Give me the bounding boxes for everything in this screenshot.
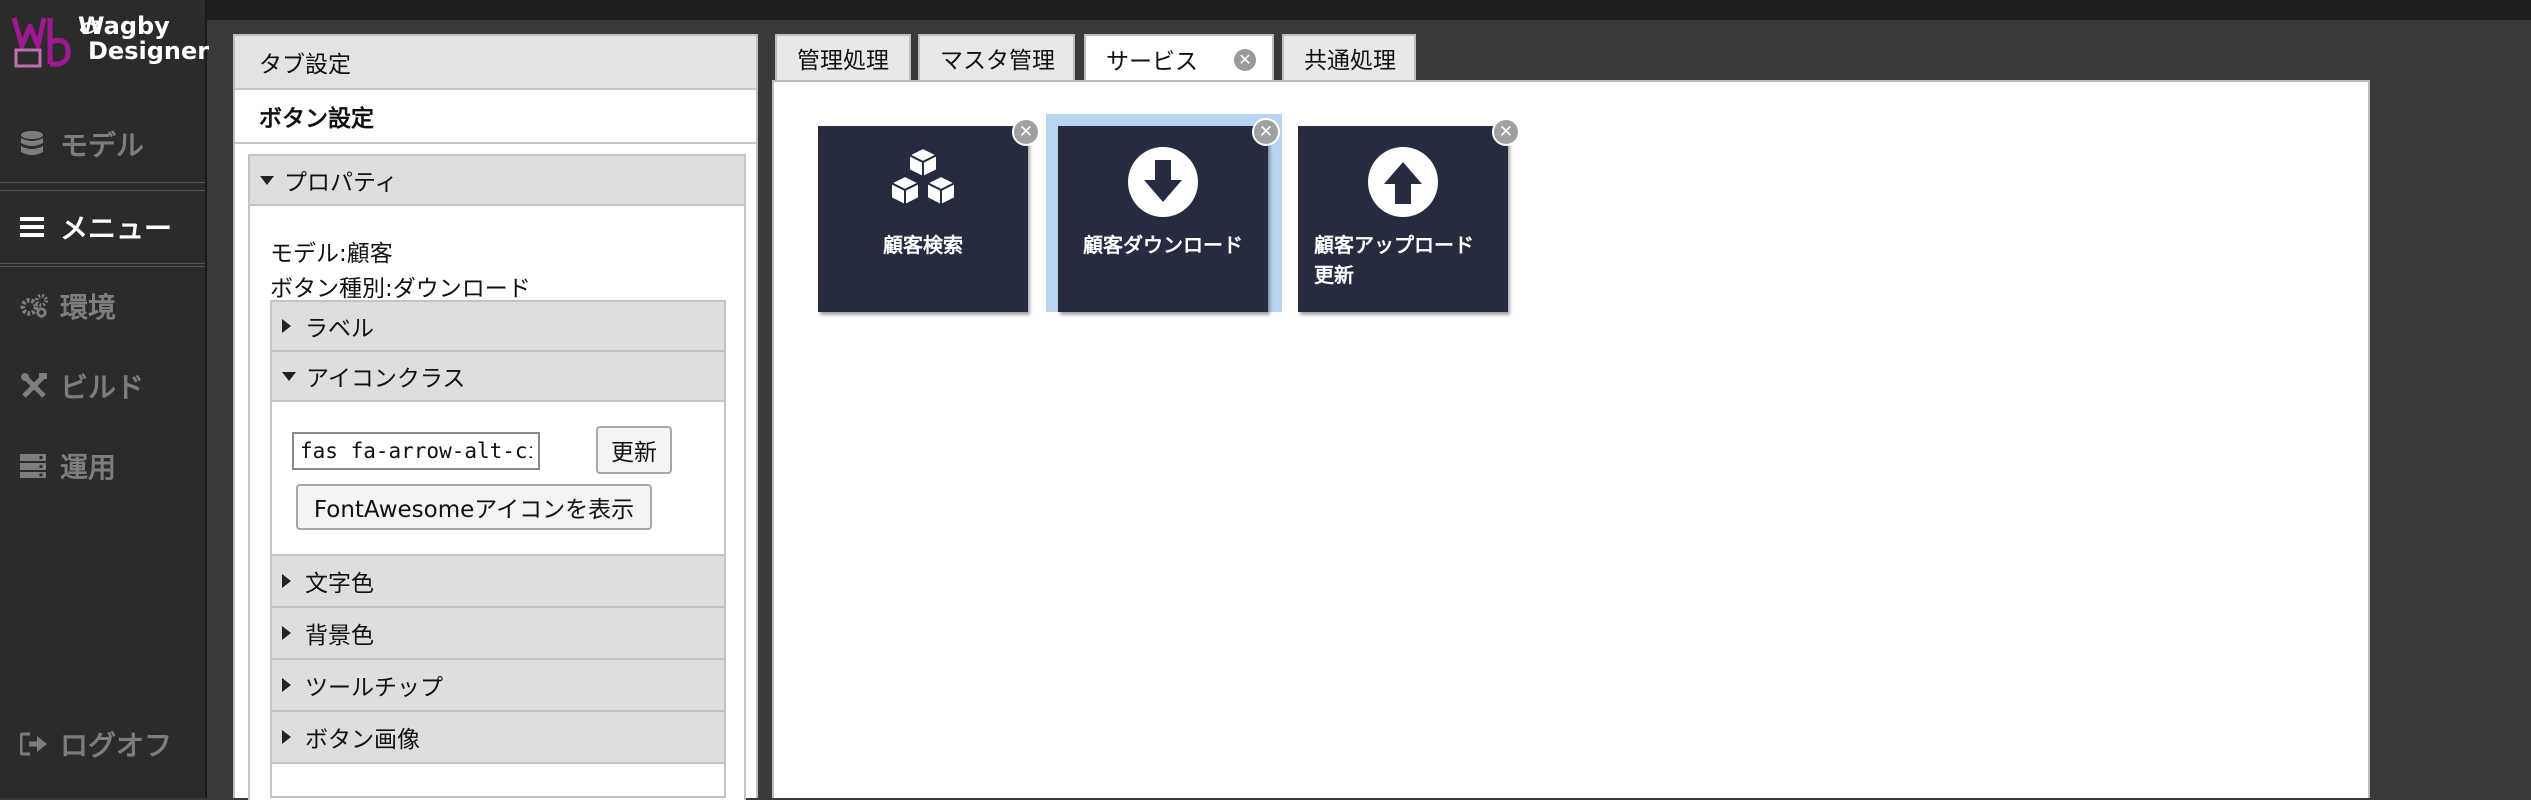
caret-down-icon: [282, 371, 296, 381]
arrow-circle-up-icon: [1298, 146, 1508, 218]
nav-item-environment[interactable]: 環境: [0, 270, 205, 342]
tools-icon: [20, 372, 48, 400]
tab-common-processing[interactable]: 共通処理: [1282, 34, 1416, 80]
button-type-info: ボタン種別:ダウンロード: [270, 276, 531, 302]
nav-item-label: 環境: [60, 291, 117, 324]
model-info: モデル:顧客: [270, 241, 393, 267]
settings-panel: タブ設定 ボタン設定 プロパティ モデル:顧客 ボタン種別:ダウンロード ラベル…: [233, 34, 758, 800]
caret-down-icon: [260, 175, 274, 185]
sign-out-icon: [20, 732, 48, 756]
show-fontawesome-button[interactable]: FontAwesomeアイコンを表示: [296, 484, 652, 530]
tile-label: 顧客アップロード 更新: [1314, 233, 1474, 287]
tile-label: 顧客ダウンロード: [1083, 233, 1243, 257]
tooltip-section-header[interactable]: ツールチップ: [272, 660, 724, 712]
logoff-label: ログオフ: [60, 729, 173, 762]
tile-label: 顧客検索: [883, 233, 963, 257]
caret-right-icon: [282, 574, 291, 588]
nav-divider: [0, 182, 205, 183]
server-icon: [20, 453, 48, 479]
button-image-section-header[interactable]: ボタン画像: [272, 712, 724, 764]
right-margin: [2370, 80, 2531, 798]
tab-settings-header[interactable]: タブ設定: [235, 36, 756, 90]
caret-right-icon: [282, 730, 291, 744]
nav-item-label: ビルド: [60, 371, 145, 404]
bg-color-section-header[interactable]: 背景色: [272, 608, 724, 660]
cubes-icon: [818, 146, 1028, 212]
brand-line2: Designer: [88, 37, 210, 65]
nav-divider: [0, 266, 205, 267]
nav-item-label: メニュー: [60, 212, 173, 245]
tile-remove-icon[interactable]: ✕: [1252, 118, 1280, 146]
nav-item-label: 運用: [60, 451, 117, 484]
menu-tile-customer-download[interactable]: 顧客ダウンロード: [1058, 126, 1268, 312]
nav-item-model[interactable]: モデル: [0, 108, 205, 180]
menu-canvas: 顧客検索 ✕ 顧客ダウンロード ✕ 顧客アップロード 更新 ✕: [772, 80, 2370, 798]
caret-right-icon: [282, 678, 291, 692]
main-nav: Wagby Designer モデル メニュー 環境 ビルド 運用 ログオフ: [0, 0, 209, 798]
properties-header[interactable]: プロパティ: [250, 156, 744, 206]
menu-bars-icon: [20, 216, 48, 238]
label-section-header[interactable]: ラベル: [272, 302, 724, 352]
brand-logo[interactable]: Wagby Designer: [10, 10, 209, 72]
arrow-circle-down-icon: [1058, 146, 1268, 218]
tile-remove-icon[interactable]: ✕: [1012, 118, 1040, 146]
menu-tile-customer-upload[interactable]: 顧客アップロード 更新: [1298, 126, 1508, 312]
properties-section: プロパティ モデル:顧客 ボタン種別:ダウンロード ラベル アイコンクラス 更新…: [248, 154, 746, 800]
icon-class-input[interactable]: [292, 432, 540, 470]
wagby-logo-icon: [11, 17, 71, 68]
caret-right-icon: [282, 319, 291, 333]
nav-item-label: モデル: [60, 129, 145, 162]
icon-class-section-body: 更新 FontAwesomeアイコンを表示: [272, 402, 724, 556]
update-button[interactable]: 更新: [596, 426, 672, 474]
text-color-section-header[interactable]: 文字色: [272, 556, 724, 608]
button-settings-header[interactable]: ボタン設定: [235, 90, 756, 144]
tab-master-management[interactable]: マスタ管理: [918, 34, 1075, 80]
tab-close-icon[interactable]: ✕: [1234, 49, 1256, 71]
tab-service[interactable]: サービス ✕: [1084, 34, 1274, 82]
tile-remove-icon[interactable]: ✕: [1492, 118, 1520, 146]
icon-class-section-header[interactable]: アイコンクラス: [272, 352, 724, 402]
nav-item-build[interactable]: ビルド: [0, 350, 205, 422]
property-accordion: ラベル アイコンクラス 更新 FontAwesomeアイコンを表示 文字色: [270, 300, 726, 798]
database-icon: [20, 130, 48, 158]
nav-item-menu[interactable]: メニュー: [0, 190, 205, 264]
menu-tile-customer-search[interactable]: 顧客検索: [818, 126, 1028, 312]
caret-right-icon: [282, 626, 291, 640]
tab-admin-processing[interactable]: 管理処理: [775, 34, 911, 80]
cogs-icon: [20, 293, 48, 319]
logoff-button[interactable]: ログオフ: [0, 708, 205, 780]
nav-item-operation[interactable]: 運用: [0, 430, 205, 502]
top-bar: [0, 0, 2531, 20]
bird-icon: [79, 20, 100, 35]
